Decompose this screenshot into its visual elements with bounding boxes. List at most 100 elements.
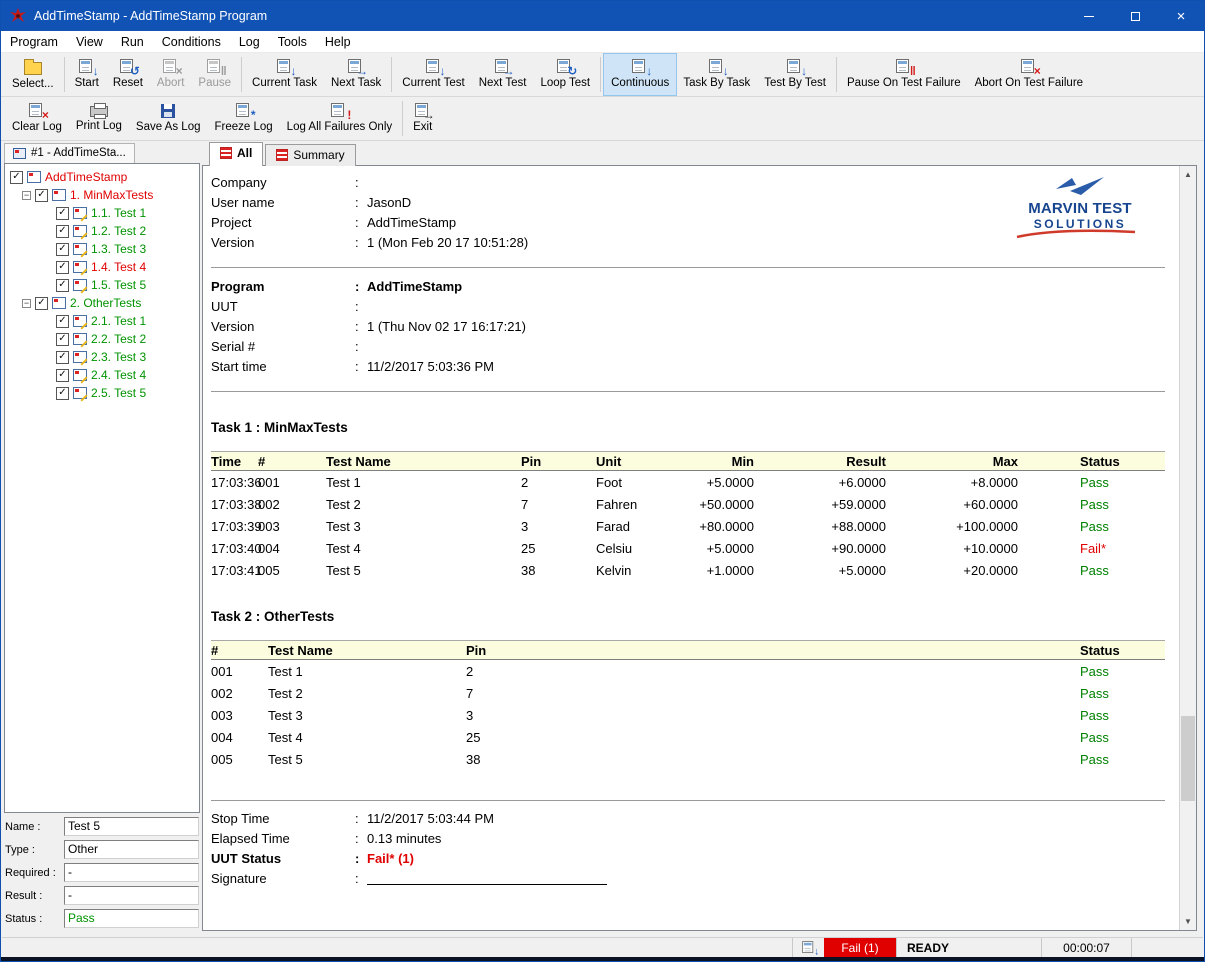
tree-item-othertests[interactable]: − ✓ 2. OtherTests — [5, 294, 199, 312]
checkbox[interactable]: ✓ — [56, 243, 69, 256]
checkbox[interactable]: ✓ — [35, 189, 48, 202]
checkbox[interactable]: ✓ — [56, 315, 69, 328]
required-field[interactable]: - — [64, 863, 199, 882]
pause-button[interactable]: ‖ Pause — [191, 54, 238, 95]
menu-help[interactable]: Help — [316, 32, 360, 52]
reset-button[interactable]: ↺ Reset — [106, 54, 150, 95]
run-mode-indicator: ↓ — [792, 938, 824, 957]
window-controls: × — [1066, 1, 1204, 31]
next-test-button[interactable]: → Next Test — [472, 54, 534, 95]
checkbox[interactable]: ✓ — [56, 351, 69, 364]
table-row: 17:03:40004Test 425Celsiu+5.0000+90.0000… — [211, 537, 1165, 559]
freeze-log-button[interactable]: * Freeze Log — [207, 98, 279, 139]
print-log-button[interactable]: Print Log — [69, 98, 129, 139]
tree-tab-strip: #1 - AddTimeSta... — [2, 141, 202, 163]
maximize-button[interactable] — [1112, 1, 1158, 31]
save-as-log-button[interactable]: Save As Log — [129, 98, 208, 139]
exit-button[interactable]: → Exit — [406, 98, 439, 139]
exit-icon: → — [414, 103, 432, 118]
close-button[interactable]: × — [1158, 1, 1204, 31]
menu-log[interactable]: Log — [230, 32, 269, 52]
test-icon — [73, 387, 87, 399]
tree-item-test-2-5[interactable]: ✓ 2.5. Test 5 — [5, 384, 199, 402]
log-row-stop-time: Stop Time:11/2/2017 5:03:44 PM — [211, 808, 1179, 828]
minimize-button[interactable] — [1066, 1, 1112, 31]
log-view[interactable]: Company: User name:JasonD Project:AddTim… — [202, 165, 1197, 931]
scroll-up-button[interactable]: ▲ — [1180, 166, 1196, 183]
tree-item-test-2-2[interactable]: ✓ 2.2. Test 2 — [5, 330, 199, 348]
logo-subtitle: SOLUTIONS — [1019, 217, 1141, 231]
checkbox[interactable]: ✓ — [56, 225, 69, 238]
checkbox[interactable]: ✓ — [35, 297, 48, 310]
test-icon — [73, 207, 87, 219]
current-test-button[interactable]: ↓ Current Test — [395, 54, 471, 95]
log-all-failures-only-button[interactable]: ! Log All Failures Only — [280, 98, 399, 139]
tab-summary[interactable]: Summary — [265, 144, 355, 166]
abort-button[interactable]: × Abort — [150, 54, 192, 95]
vertical-scrollbar[interactable]: ▲ ▼ — [1179, 166, 1196, 930]
checkbox[interactable]: ✓ — [56, 387, 69, 400]
tree-item-test-1-3[interactable]: ✓ 1.3. Test 3 — [5, 240, 199, 258]
status-corner — [1131, 938, 1203, 957]
reset-icon: ↺ — [119, 59, 137, 74]
menu-view[interactable]: View — [67, 32, 112, 52]
pause-on-test-failure-icon: ‖ — [895, 59, 913, 74]
test-tree[interactable]: ✓ AddTimeStamp − ✓ 1. MinMaxTests ✓ 1.1.… — [4, 163, 200, 813]
tab-all[interactable]: All — [209, 142, 263, 166]
type-field[interactable]: Other — [64, 840, 199, 859]
task-by-task-button[interactable]: ↓ Task By Task — [676, 54, 757, 95]
menu-run[interactable]: Run — [112, 32, 153, 52]
pause-on-test-failure-button[interactable]: ‖ Pause On Test Failure — [840, 54, 968, 95]
task1-table-header: Time # Test Name Pin Unit Min Result Max… — [211, 451, 1165, 471]
clear-log-button[interactable]: × Clear Log — [5, 98, 69, 139]
menu-tools[interactable]: Tools — [269, 32, 316, 52]
test-by-test-button[interactable]: ↓ Test By Test — [757, 54, 833, 95]
save-icon — [161, 104, 175, 118]
menu-program[interactable]: Program — [1, 32, 67, 52]
checkbox[interactable]: ✓ — [56, 333, 69, 346]
checkbox[interactable]: ✓ — [56, 369, 69, 382]
menu-conditions[interactable]: Conditions — [153, 32, 230, 52]
log-row-elapsed-time: Elapsed Time:0.13 minutes — [211, 828, 1179, 848]
start-button[interactable]: ↓ Start — [68, 54, 106, 95]
status-spacer — [991, 938, 1041, 957]
prop-row-status: Status : Pass — [5, 908, 199, 929]
program-tab[interactable]: #1 - AddTimeSta... — [4, 143, 135, 163]
collapse-icon[interactable]: − — [22, 191, 31, 200]
program-icon — [13, 148, 26, 159]
result-field[interactable]: - — [64, 886, 199, 905]
log-row-program: Program:AddTimeStamp — [211, 276, 1179, 296]
loop-test-button[interactable]: ↻ Loop Test — [533, 54, 597, 95]
tree-item-test-2-3[interactable]: ✓ 2.3. Test 3 — [5, 348, 199, 366]
abort-on-test-failure-button[interactable]: × Abort On Test Failure — [968, 54, 1090, 95]
test-icon — [73, 279, 87, 291]
table-row: 17:03:41005Test 538Kelvin+1.0000+5.0000+… — [211, 559, 1165, 581]
tree-item-test-2-4[interactable]: ✓ 2.4. Test 4 — [5, 366, 199, 384]
status-message-area — [2, 938, 792, 957]
name-field[interactable]: Test 5 — [64, 817, 199, 836]
continuous-button[interactable]: ↓ Continuous — [604, 54, 676, 95]
tree-item-minmaxtests[interactable]: − ✓ 1. MinMaxTests — [5, 186, 199, 204]
tree-item-test-1-5[interactable]: ✓ 1.5. Test 5 — [5, 276, 199, 294]
tree-item-test-1-1[interactable]: ✓ 1.1. Test 1 — [5, 204, 199, 222]
scroll-down-button[interactable]: ▼ — [1180, 913, 1196, 930]
current-task-button[interactable]: ↓ Current Task — [245, 54, 324, 95]
tree-item-addtimestamp[interactable]: ✓ AddTimeStamp — [5, 168, 199, 186]
toolbar-separator — [64, 57, 65, 92]
checkbox[interactable]: ✓ — [56, 279, 69, 292]
checkbox[interactable]: ✓ — [56, 261, 69, 274]
tree-item-test-2-1[interactable]: ✓ 2.1. Test 1 — [5, 312, 199, 330]
scroll-thumb[interactable] — [1181, 716, 1195, 801]
select-button[interactable]: Select... — [5, 54, 61, 95]
status-field[interactable]: Pass — [64, 909, 199, 928]
tree-item-test-1-4[interactable]: ✓ 1.4. Test 4 — [5, 258, 199, 276]
maximize-icon — [1131, 12, 1140, 21]
next-task-button[interactable]: → Next Task — [324, 54, 388, 95]
checkbox[interactable]: ✓ — [10, 171, 23, 184]
tree-item-test-1-2[interactable]: ✓ 1.2. Test 2 — [5, 222, 199, 240]
checkbox[interactable]: ✓ — [56, 207, 69, 220]
collapse-icon[interactable]: − — [22, 299, 31, 308]
log-row-signature: Signature: — [211, 868, 1179, 888]
folder-icon — [24, 62, 42, 75]
marvin-test-logo: MARVIN TEST SOLUTIONS — [1019, 176, 1141, 231]
